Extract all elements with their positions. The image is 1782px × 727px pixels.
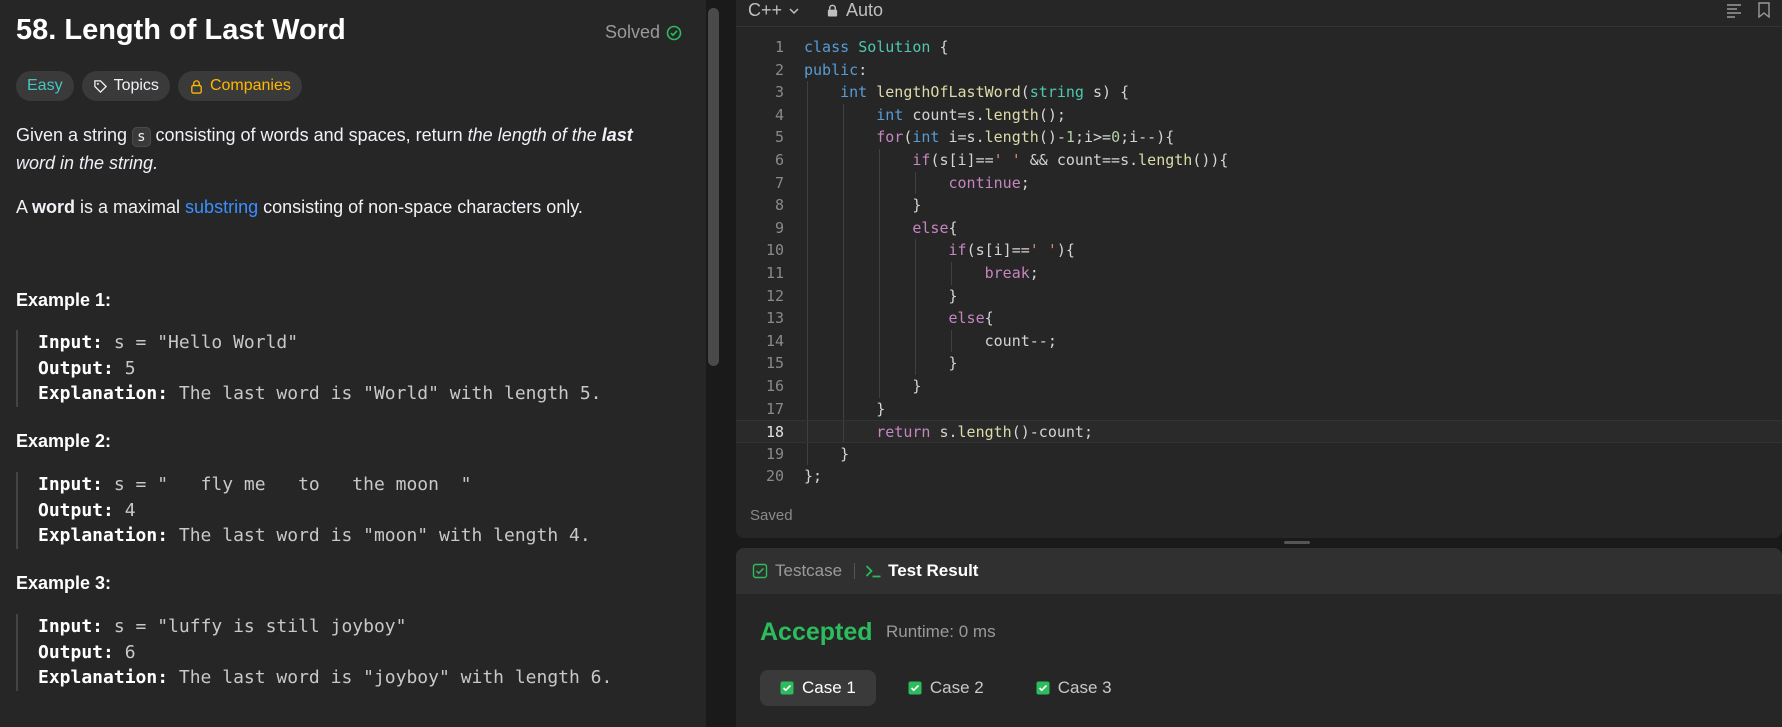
language-label: C++: [748, 0, 783, 20]
difficulty-tag[interactable]: Easy: [16, 71, 74, 101]
resize-handle[interactable]: [1284, 541, 1310, 544]
code-line: 5 for(int i=s.length()-1;i>=0;i--){: [736, 126, 1782, 149]
companies-label: Companies: [209, 77, 291, 94]
description-scrollbar[interactable]: [708, 8, 719, 366]
example-3-title: Example 3:: [16, 573, 112, 593]
check-icon: [780, 681, 794, 695]
case-2-button[interactable]: Case 2: [888, 670, 1004, 706]
check-icon: [908, 681, 922, 695]
topics-label: Topics: [113, 77, 159, 94]
code-line-active: 18 return s.length()-count;: [736, 420, 1782, 443]
bookmark-icon[interactable]: [1756, 2, 1772, 18]
editor-icons: [1726, 2, 1772, 18]
tag-row: Easy Topics Companies: [16, 71, 302, 101]
code-line: 19 }: [736, 442, 1782, 466]
editor-toolbar: C++ Auto: [736, 0, 1782, 27]
tab-testcase-label: Testcase: [775, 561, 843, 580]
description-paragraph-2: A word is a maximal substring consisting…: [16, 197, 583, 217]
code-line: 3 int lengthOfLastWord(string s) {: [736, 81, 1782, 104]
case-3-button[interactable]: Case 3: [1016, 670, 1132, 706]
code-line: 10 if(s[i]==' '){: [736, 239, 1782, 262]
example-1-title: Example 1:: [16, 290, 112, 310]
code-line: 11 break;: [736, 261, 1782, 285]
code-line: 6 if(s[i]==' ' && count==s.length()){: [736, 148, 1782, 172]
inline-code: s: [132, 127, 151, 147]
check-circle-icon: [666, 25, 682, 40]
example-2-title: Example 2:: [16, 431, 112, 451]
topics-tag[interactable]: Topics: [81, 71, 170, 101]
tab-test-result[interactable]: Test Result: [855, 561, 978, 581]
auto-label: Auto: [846, 0, 884, 20]
lock-icon: [191, 79, 202, 94]
code-line: 4 int count=s.length();: [736, 103, 1782, 127]
result-status: Accepted: [760, 618, 873, 646]
auto-mode[interactable]: Auto: [826, 0, 883, 21]
code-line: 20};: [765, 467, 823, 486]
solved-status: Solved: [605, 22, 682, 43]
checkbox-icon: [752, 563, 768, 579]
substring-link[interactable]: substring: [185, 197, 258, 217]
test-result-panel: Testcase Test Result Accepted Runtime: 0…: [736, 548, 1782, 727]
code-line: 13 else{: [736, 307, 1782, 330]
solved-label: Solved: [604, 22, 660, 42]
example-2-block: Input: s = " fly me to the moon " Output…: [16, 472, 591, 549]
code-line: 17 }: [736, 397, 1782, 421]
runtime-text: Runtime: 0 ms: [886, 622, 996, 641]
code-line: 9 else{: [736, 216, 1782, 240]
case-1-button[interactable]: Case 1: [760, 670, 876, 706]
code-line: 7 continue;: [736, 171, 1782, 195]
code-line: 14 count--;: [736, 329, 1782, 353]
code-line: 1 class Solution {: [774, 38, 949, 56]
example-3-block: Input: s = "luffy is still joyboy" Outpu…: [16, 614, 612, 691]
lock-icon: [827, 4, 838, 17]
result-tabs: Testcase Test Result: [736, 548, 1782, 594]
saved-status: Saved: [750, 507, 793, 524]
case-tabs: Case 1 Case 2 Case 3: [760, 670, 1132, 706]
tab-test-result-label: Test Result: [888, 561, 979, 580]
code-line: 16 }: [736, 374, 1782, 398]
format-icon[interactable]: [1726, 2, 1742, 18]
code-line: 12 }: [736, 284, 1782, 308]
tag-icon: [93, 79, 107, 93]
code-area[interactable]: 1 class Solution { 2 public: 3 int lengthO…: [736, 36, 1782, 488]
check-icon: [1036, 681, 1050, 695]
description-paragraph-1: Given a string s consisting of words and…: [16, 125, 633, 173]
code-editor-panel: C++ Auto 1 class Solution { 2 public: 3 in…: [736, 0, 1782, 538]
problem-panel: 58. Length of Last Word Solved Easy Topi…: [0, 0, 706, 727]
code-line: 8 }: [736, 194, 1782, 217]
code-line: 2 public:: [774, 60, 868, 79]
companies-tag[interactable]: Companies: [177, 71, 302, 101]
tab-testcase[interactable]: Testcase: [736, 561, 842, 581]
example-1-block: Input: s = "Hello World" Output: 5 Expla…: [16, 330, 602, 407]
language-select[interactable]: C++: [748, 0, 800, 21]
code-line: 15 }: [736, 352, 1782, 375]
chevron-down-icon: [789, 7, 799, 14]
problem-title: 58. Length of Last Word: [16, 14, 346, 46]
terminal-icon: [865, 565, 881, 578]
